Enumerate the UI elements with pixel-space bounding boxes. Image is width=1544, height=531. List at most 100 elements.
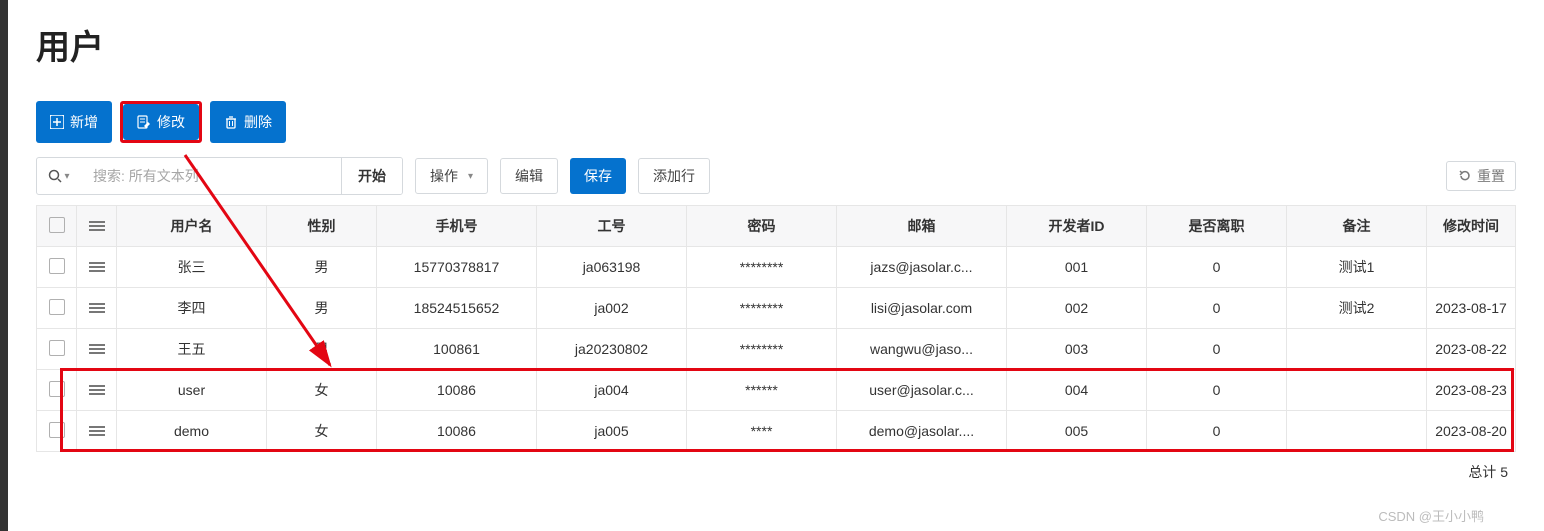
cell-email: demo@jasolar....: [837, 411, 1007, 452]
cell-username: 李四: [117, 288, 267, 329]
cell-devid: 002: [1007, 288, 1147, 329]
cell-gender: 女: [267, 370, 377, 411]
cell-password: ********: [687, 329, 837, 370]
row-checkbox-cell[interactable]: [37, 329, 77, 370]
row-checkbox-cell[interactable]: [37, 247, 77, 288]
cell-remark: [1287, 411, 1427, 452]
search-input[interactable]: [81, 158, 341, 194]
cell-modtime: 2023-08-22: [1427, 329, 1516, 370]
header-modtime[interactable]: 修改时间: [1427, 206, 1516, 247]
cell-email: jazs@jasolar.c...: [837, 247, 1007, 288]
cell-resigned: 0: [1147, 329, 1287, 370]
delete-button-label: 删除: [244, 112, 272, 132]
cell-empno: ja005: [537, 411, 687, 452]
cell-modtime: [1427, 247, 1516, 288]
checkbox-icon: [49, 299, 65, 315]
table-body: 张三男15770378817ja063198********jazs@jasol…: [37, 247, 1516, 452]
cell-devid: 001: [1007, 247, 1147, 288]
cell-remark: [1287, 329, 1427, 370]
chevron-down-icon: ▾: [64, 171, 69, 182]
table-row[interactable]: demo女10086ja005****demo@jasolar....00502…: [37, 411, 1516, 452]
menu-icon: [89, 219, 105, 231]
cell-phone: 10086: [377, 370, 537, 411]
page-title: 用户: [36, 20, 1516, 69]
edit-button[interactable]: 修改: [123, 104, 199, 140]
cell-empno: ja063198: [537, 247, 687, 288]
table-row[interactable]: 李四男18524515652ja002********lisi@jasolar.…: [37, 288, 1516, 329]
row-menu-cell[interactable]: [77, 288, 117, 329]
table-save-button[interactable]: 保存: [570, 158, 626, 194]
trash-icon: [224, 115, 238, 129]
header-resigned[interactable]: 是否离职: [1147, 206, 1287, 247]
header-menu-cell[interactable]: [77, 206, 117, 247]
checkbox-icon: [49, 381, 65, 397]
cell-empno: ja004: [537, 370, 687, 411]
row-menu-cell[interactable]: [77, 370, 117, 411]
header-gender[interactable]: 性别: [267, 206, 377, 247]
row-checkbox-cell[interactable]: [37, 370, 77, 411]
table-edit-button[interactable]: 编辑: [500, 158, 558, 194]
table-wrap: 用户名 性别 手机号 工号 密码 邮箱 开发者ID 是否离职 备注 修改时间 张…: [36, 205, 1516, 482]
checkbox-icon: [49, 217, 65, 233]
cell-username: 张三: [117, 247, 267, 288]
action-toolbar: 新增 修改 删除: [36, 101, 1516, 143]
header-phone[interactable]: 手机号: [377, 206, 537, 247]
search-icon: [48, 169, 62, 183]
search-group: ▾ 开始: [36, 157, 403, 195]
header-username[interactable]: 用户名: [117, 206, 267, 247]
header-email[interactable]: 邮箱: [837, 206, 1007, 247]
actions-label: 操作: [430, 166, 458, 186]
checkbox-icon: [49, 258, 65, 274]
row-menu-cell[interactable]: [77, 329, 117, 370]
cell-empno: ja20230802: [537, 329, 687, 370]
menu-icon: [89, 383, 105, 395]
search-start-button[interactable]: 开始: [341, 158, 402, 194]
header-devid[interactable]: 开发者ID: [1007, 206, 1147, 247]
cell-devid: 004: [1007, 370, 1147, 411]
cell-phone: 100861: [377, 329, 537, 370]
table-row[interactable]: 张三男15770378817ja063198********jazs@jasol…: [37, 247, 1516, 288]
menu-icon: [89, 342, 105, 354]
edit-button-label: 修改: [157, 112, 185, 132]
header-password[interactable]: 密码: [687, 206, 837, 247]
checkbox-icon: [49, 422, 65, 438]
actions-dropdown[interactable]: 操作▾: [415, 158, 488, 194]
row-menu-cell[interactable]: [77, 411, 117, 452]
reset-label: 重置: [1477, 166, 1505, 186]
watermark: CSDN @王小小鸭: [1378, 506, 1484, 525]
cell-gender: 男: [267, 247, 377, 288]
user-table: 用户名 性别 手机号 工号 密码 邮箱 开发者ID 是否离职 备注 修改时间 张…: [36, 205, 1516, 452]
cell-phone: 15770378817: [377, 247, 537, 288]
cell-remark: [1287, 370, 1427, 411]
cell-username: demo: [117, 411, 267, 452]
cell-remark: 测试2: [1287, 288, 1427, 329]
main-content: 用户 新增 修改 删除 ▾ 开始 操作▾ 编辑 保存 添加行: [8, 0, 1544, 482]
edit-icon: [137, 115, 151, 129]
cell-modtime: 2023-08-17: [1427, 288, 1516, 329]
cell-password: ********: [687, 247, 837, 288]
edit-button-highlight: 修改: [120, 101, 202, 143]
row-menu-cell[interactable]: [77, 247, 117, 288]
cell-email: lisi@jasolar.com: [837, 288, 1007, 329]
header-empno[interactable]: 工号: [537, 206, 687, 247]
undo-icon: [1457, 169, 1471, 183]
cell-resigned: 0: [1147, 288, 1287, 329]
cell-password: ****: [687, 411, 837, 452]
row-checkbox-cell[interactable]: [37, 288, 77, 329]
header-remark[interactable]: 备注: [1287, 206, 1427, 247]
add-row-button[interactable]: 添加行: [638, 158, 710, 194]
cell-username: 王五: [117, 329, 267, 370]
table-row[interactable]: user女10086ja004******user@jasolar.c...00…: [37, 370, 1516, 411]
reset-button[interactable]: 重置: [1446, 161, 1516, 191]
delete-button[interactable]: 删除: [210, 101, 286, 143]
table-row[interactable]: 王五男100861ja20230802********wangwu@jaso..…: [37, 329, 1516, 370]
header-checkbox-cell[interactable]: [37, 206, 77, 247]
cell-resigned: 0: [1147, 411, 1287, 452]
cell-gender: 男: [267, 288, 377, 329]
add-button[interactable]: 新增: [36, 101, 112, 143]
cell-password: ******: [687, 370, 837, 411]
menu-icon: [89, 424, 105, 436]
cell-modtime: 2023-08-20: [1427, 411, 1516, 452]
row-checkbox-cell[interactable]: [37, 411, 77, 452]
search-dropdown[interactable]: ▾: [37, 158, 81, 194]
